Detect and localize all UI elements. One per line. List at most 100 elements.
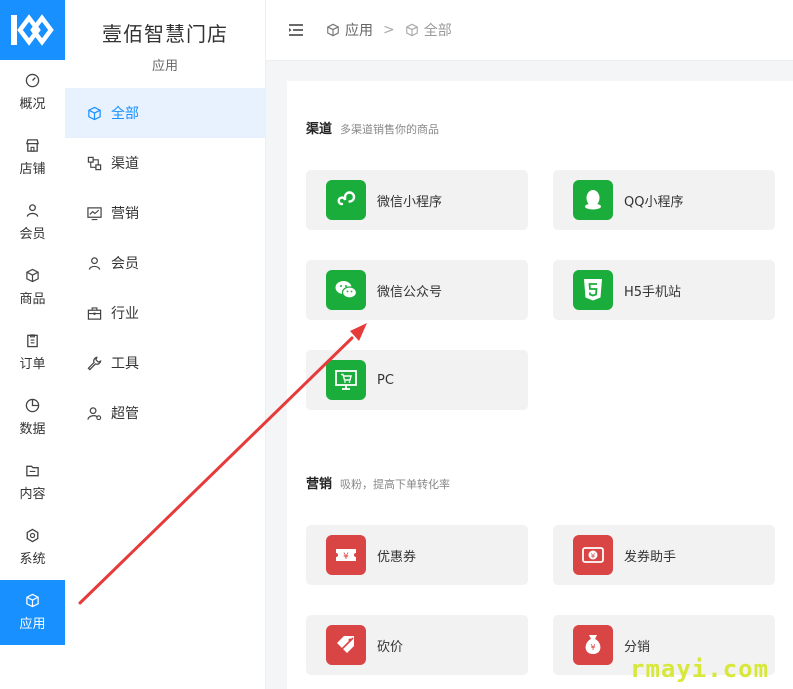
sidebar-item-label: 会员 (111, 256, 139, 272)
sidebar-item-superadmin[interactable]: 超管 (65, 388, 265, 438)
rail-item-label: 内容 (19, 487, 46, 502)
app-card-label: 微信公众号 (377, 284, 443, 300)
qq-icon (573, 180, 613, 220)
breadcrumb-separator: > (383, 22, 395, 38)
channel-icon (87, 156, 102, 170)
user-icon (88, 256, 101, 270)
watermark: rmayi.com (630, 655, 770, 683)
apps-content-panel: 渠道 多渠道销售你的商品 微信小程序 QQ小程序 微信公众号 H5手机站 PC 营… (287, 81, 793, 689)
user-icon (26, 204, 39, 217)
app-card-label: 分销 (624, 639, 651, 655)
cube-icon (88, 106, 101, 120)
pie-icon (25, 398, 40, 413)
top-bar: 应用 > 全部 (266, 0, 793, 61)
rail-item-apps[interactable]: 应用 (0, 580, 65, 645)
breadcrumb-label: 全部 (423, 23, 452, 39)
app-card-bargain[interactable]: 砍价 (306, 615, 528, 675)
rail-item-products[interactable]: 商品 (0, 255, 65, 320)
rail-item-overview[interactable]: 概况 (0, 60, 65, 125)
html5-icon (573, 270, 613, 310)
rail-item-label: 店铺 (19, 162, 46, 177)
menu-toggle-icon[interactable] (288, 23, 304, 37)
main-nav-rail: 概况 店铺 会员 商品 订单 数据 内容 系统 应用 (0, 0, 66, 689)
mini-program-icon (326, 180, 366, 220)
section-title-channel: 渠道 多渠道销售你的商品 (306, 118, 439, 137)
section-title-text: 营销 (306, 477, 333, 492)
dashboard-icon (25, 73, 40, 88)
sidebar-item-channel[interactable]: 渠道 (65, 138, 265, 188)
store-icon (26, 139, 39, 152)
logo-icon (10, 14, 54, 46)
money-bag-icon: ¥ (573, 625, 613, 665)
sidebar-section-label: 应用 (151, 59, 178, 74)
cube-icon (26, 268, 39, 283)
app-card-label: PC (377, 372, 394, 388)
rail-item-label: 系统 (19, 552, 46, 567)
app-card-label: 砍价 (377, 639, 404, 655)
app-card-label: 微信小程序 (377, 194, 443, 210)
cube-icon (405, 23, 418, 37)
app-card-qq-mini-program[interactable]: QQ小程序 (553, 170, 775, 230)
svg-text:¥: ¥ (591, 552, 596, 560)
rail-item-members[interactable]: 会员 (0, 190, 65, 255)
sidebar-item-label: 超管 (111, 406, 139, 422)
app-card-pc[interactable]: PC (306, 350, 528, 410)
app-card-label: 优惠券 (377, 549, 417, 565)
app-logo[interactable] (0, 0, 65, 60)
monitor-chart-icon (87, 206, 102, 220)
rail-item-label: 概况 (19, 97, 46, 112)
cube-icon (327, 23, 339, 37)
gear-icon (26, 528, 39, 543)
app-card-h5-mobile-site[interactable]: H5手机站 (553, 260, 775, 320)
coupon-icon: ¥ (326, 535, 366, 575)
sidebar-item-industry[interactable]: 行业 (65, 288, 265, 338)
wrench-icon (87, 356, 102, 370)
sidebar-item-label: 全部 (111, 106, 139, 122)
rail-item-label: 商品 (19, 292, 46, 307)
sidebar-item-all[interactable]: 全部 (65, 88, 265, 138)
store-name: 壹佰智慧门店 (102, 22, 228, 46)
rail-item-label: 订单 (19, 357, 46, 372)
sidebar-item-label: 行业 (111, 306, 139, 322)
rail-item-orders[interactable]: 订单 (0, 320, 65, 385)
section-title-marketing: 营销 吸粉，提高下单转化率 (306, 473, 450, 492)
section-title-text: 渠道 (306, 122, 333, 137)
rail-item-label: 应用 (19, 617, 46, 632)
app-card-label: H5手机站 (624, 284, 682, 300)
app-card-label: 发券助手 (624, 549, 677, 565)
clipboard-icon (27, 334, 38, 348)
pc-cart-icon (326, 360, 366, 400)
coupon-assistant-icon: ¥ (573, 535, 613, 575)
briefcase-icon (87, 306, 102, 320)
breadcrumb-item[interactable]: 应用 (326, 20, 373, 40)
admin-icon (87, 406, 102, 420)
wechat-icon (326, 270, 366, 310)
breadcrumb-label: 应用 (345, 23, 373, 39)
rail-item-data[interactable]: 数据 (0, 385, 65, 450)
cube-icon (26, 593, 39, 608)
bargain-icon (326, 625, 366, 665)
rail-item-label: 会员 (19, 227, 46, 242)
sidebar-item-tools[interactable]: 工具 (65, 338, 265, 388)
app-card-wechat-official-account[interactable]: 微信公众号 (306, 260, 528, 320)
svg-text:¥: ¥ (590, 643, 595, 652)
app-card-coupon-assistant[interactable]: ¥ 发券助手 (553, 525, 775, 585)
folder-icon (26, 465, 39, 477)
sidebar-item-marketing[interactable]: 营销 (65, 188, 265, 238)
rail-item-label: 数据 (19, 422, 46, 437)
app-card-coupon[interactable]: ¥ 优惠券 (306, 525, 528, 585)
sidebar-item-label: 工具 (111, 356, 139, 372)
app-card-wechat-mini-program[interactable]: 微信小程序 (306, 170, 528, 230)
breadcrumb-item-current: 全部 (405, 20, 452, 40)
sidebar-item-label: 渠道 (111, 156, 139, 172)
sidebar-item-label: 营销 (111, 206, 139, 222)
sidebar-item-members[interactable]: 会员 (65, 238, 265, 288)
section-description: 吸粉，提高下单转化率 (340, 478, 451, 491)
secondary-sidebar: 壹佰智慧门店 应用 全部 渠道 营销 会员 行业 工具 超管 (65, 0, 266, 689)
section-description: 多渠道销售你的商品 (340, 123, 440, 136)
rail-item-system[interactable]: 系统 (0, 515, 65, 580)
app-card-label: QQ小程序 (624, 194, 684, 210)
rail-item-store[interactable]: 店铺 (0, 125, 65, 190)
svg-text:¥: ¥ (343, 552, 349, 562)
rail-item-content[interactable]: 内容 (0, 450, 65, 515)
